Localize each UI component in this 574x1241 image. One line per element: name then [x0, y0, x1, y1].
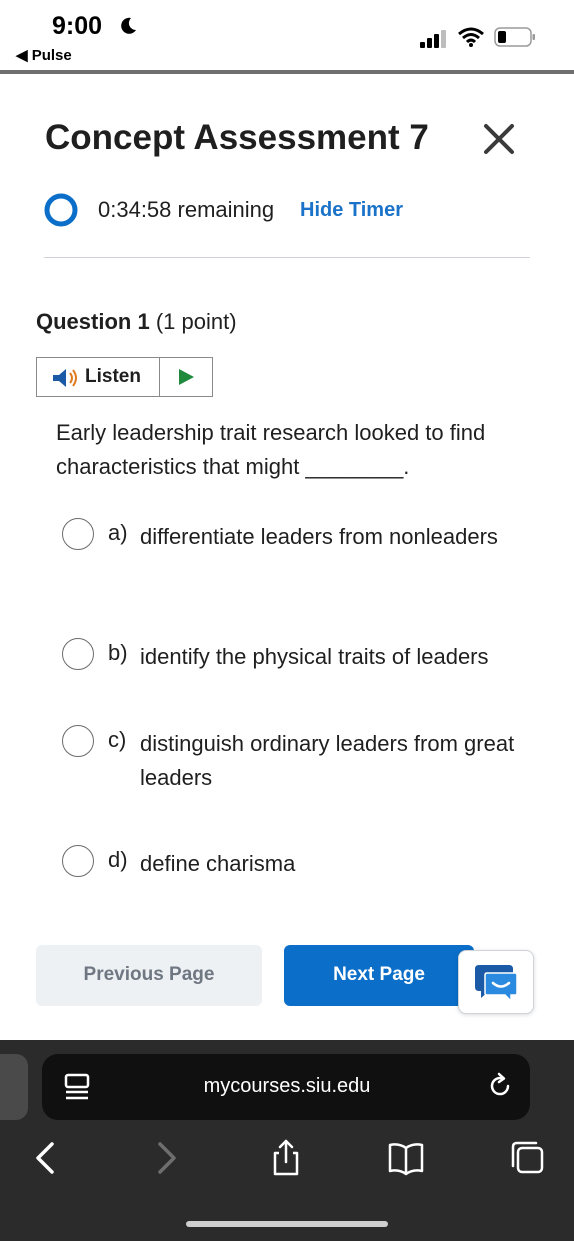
status-bar: 9:00 ◀ Pulse: [0, 0, 574, 70]
home-indicator[interactable]: [186, 1221, 388, 1227]
timer-ring-icon: [44, 193, 78, 227]
back-to-app-link[interactable]: ◀ Pulse: [16, 46, 72, 64]
question-points: (1 point): [155, 309, 237, 334]
bookmarks-icon[interactable]: [386, 1138, 426, 1178]
radio-button[interactable]: [62, 725, 94, 757]
choice-text: define charisma: [140, 851, 296, 876]
speaker-icon: [53, 369, 77, 387]
choice-letter: a): [108, 520, 128, 545]
close-icon[interactable]: [478, 118, 520, 160]
chat-button[interactable]: [458, 950, 534, 1014]
tabs-icon[interactable]: [508, 1138, 548, 1178]
play-button[interactable]: [159, 358, 212, 396]
choice-text: differentiate leaders from nonleaders: [140, 524, 498, 549]
timer-remaining: 0:34:58 remaining: [98, 197, 275, 222]
question-heading: Question 1 (1 point): [36, 309, 237, 335]
page-title: Concept Assessment 7: [45, 118, 429, 157]
radio-button[interactable]: [62, 518, 94, 550]
back-arrow-icon[interactable]: [26, 1138, 66, 1178]
wifi-icon: [458, 27, 484, 47]
hide-timer-link[interactable]: Hide Timer: [300, 199, 403, 222]
next-page-label: Next Page: [333, 964, 425, 985]
choice-letter: d): [108, 847, 128, 872]
share-icon[interactable]: [266, 1138, 306, 1178]
listen-button[interactable]: Listen: [37, 358, 160, 396]
reload-icon[interactable]: [486, 1072, 514, 1100]
previous-page-button[interactable]: Previous Page: [36, 945, 262, 1006]
previous-page-label: Previous Page: [83, 964, 215, 985]
choice-text: identify the physical traits of leaders: [140, 644, 489, 669]
battery-icon: [494, 27, 535, 47]
forward-arrow-icon[interactable]: [146, 1138, 186, 1178]
moon-icon: [121, 17, 136, 34]
cellular-signal-icon: [420, 30, 446, 48]
listen-label: Listen: [85, 366, 141, 387]
section-divider: [44, 257, 530, 258]
radio-button[interactable]: [62, 638, 94, 670]
header-divider: [0, 70, 574, 74]
question-number: Question 1: [36, 309, 150, 334]
next-page-button[interactable]: Next Page: [284, 945, 474, 1006]
status-time: 9:00: [52, 12, 103, 40]
chat-icon: [475, 965, 518, 1003]
choice-text: distinguish ordinary leaders from great …: [140, 731, 515, 790]
choice-letter: c): [108, 727, 127, 752]
radio-button[interactable]: [62, 845, 94, 877]
listen-widget: Listen: [36, 357, 213, 397]
question-text: Early leadership trait research looked t…: [56, 420, 486, 479]
play-icon: [179, 369, 194, 385]
choice-letter: b): [108, 640, 128, 665]
